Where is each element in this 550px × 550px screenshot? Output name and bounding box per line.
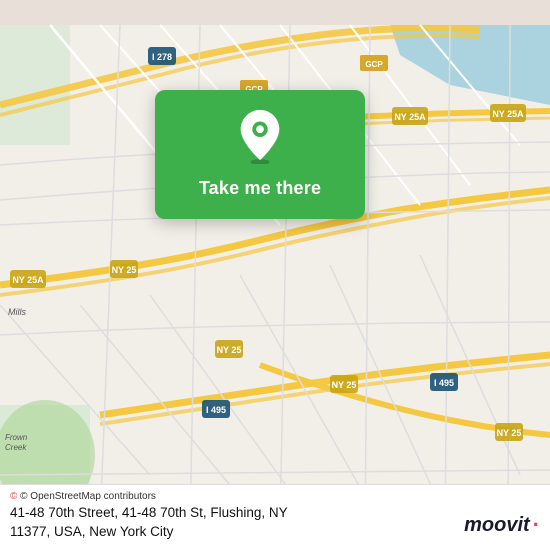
moovit-logo: moovit · bbox=[464, 512, 540, 538]
address-line2: 11377, USA, New York City bbox=[10, 524, 173, 539]
svg-text:I 278: I 278 bbox=[152, 52, 172, 62]
map-container: I 278 GCP GCP NY 25A NY 25A NY 25A NY 25… bbox=[0, 0, 550, 550]
location-pin-icon bbox=[236, 108, 284, 164]
svg-text:NY 25A: NY 25A bbox=[492, 109, 524, 119]
map-background: I 278 GCP GCP NY 25A NY 25A NY 25A NY 25… bbox=[0, 0, 550, 550]
address-text: 41-48 70th Street, 41-48 70th St, Flushi… bbox=[10, 504, 540, 542]
svg-text:Mills: Mills bbox=[8, 307, 26, 317]
osm-copyright: © bbox=[10, 491, 17, 502]
take-me-there-button[interactable]: Take me there bbox=[191, 174, 329, 203]
svg-text:GCP: GCP bbox=[365, 60, 383, 69]
attribution-label: © OpenStreetMap contributors bbox=[20, 491, 156, 502]
svg-text:NY 25A: NY 25A bbox=[12, 275, 44, 285]
svg-text:NY 25: NY 25 bbox=[497, 428, 522, 438]
svg-text:NY 25: NY 25 bbox=[217, 345, 242, 355]
svg-text:Creek: Creek bbox=[5, 443, 27, 452]
svg-text:NY 25A: NY 25A bbox=[394, 112, 426, 122]
svg-text:Frown: Frown bbox=[5, 433, 28, 442]
svg-text:I 495: I 495 bbox=[434, 378, 454, 388]
moovit-dot: · bbox=[533, 512, 540, 538]
address-line1: 41-48 70th Street, 41-48 70th St, Flushi… bbox=[10, 505, 288, 520]
moovit-logo-text: moovit bbox=[464, 514, 530, 537]
svg-text:NY 25: NY 25 bbox=[112, 265, 137, 275]
location-card: Take me there bbox=[155, 90, 365, 219]
svg-text:I 495: I 495 bbox=[206, 405, 226, 415]
svg-text:NY 25: NY 25 bbox=[332, 380, 357, 390]
attribution-text: © © OpenStreetMap contributors bbox=[10, 491, 540, 502]
